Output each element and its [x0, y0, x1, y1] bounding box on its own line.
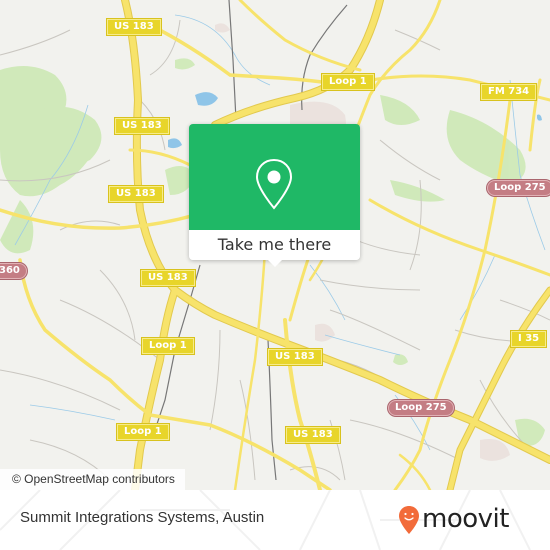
- map-view[interactable]: US 183 US 183 US 183 US 183 US 183 US 18…: [0, 0, 550, 490]
- route-shield-loop-275: Loop 275: [388, 400, 454, 416]
- place-name: Summit Integrations Systems, Austin: [20, 509, 265, 526]
- route-shield-us-183: US 183: [141, 270, 195, 286]
- route-shield-us-183: US 183: [109, 186, 163, 202]
- route-shield-fm-734: FM 734: [481, 84, 537, 100]
- popup-pointer: [267, 259, 283, 267]
- take-me-there-button[interactable]: Take me there: [189, 230, 360, 260]
- map-pin-icon: [255, 158, 293, 210]
- footer-bar: Summit Integrations Systems, Austin moov…: [0, 490, 550, 550]
- destination-popup[interactable]: Take me there: [189, 124, 360, 267]
- map-attribution[interactable]: © OpenStreetMap contributors: [0, 469, 185, 490]
- route-shield-us-183: US 183: [107, 19, 161, 35]
- moovit-wordmark: moovit: [422, 504, 509, 534]
- route-shield-us-183: US 183: [268, 349, 322, 365]
- route-shield-360: 360: [0, 263, 27, 279]
- route-shield-us-183: US 183: [286, 427, 340, 443]
- route-shield-loop-1: Loop 1: [117, 424, 169, 440]
- route-shield-loop-1: Loop 1: [142, 338, 194, 354]
- moovit-smiley-pin-icon: [399, 506, 419, 534]
- route-shield-loop-1: Loop 1: [322, 74, 374, 90]
- popup-header[interactable]: [189, 124, 360, 230]
- route-shield-i-35: I 35: [511, 331, 547, 347]
- route-shield-loop-275: Loop 275: [487, 180, 550, 196]
- route-shield-us-183: US 183: [115, 118, 169, 134]
